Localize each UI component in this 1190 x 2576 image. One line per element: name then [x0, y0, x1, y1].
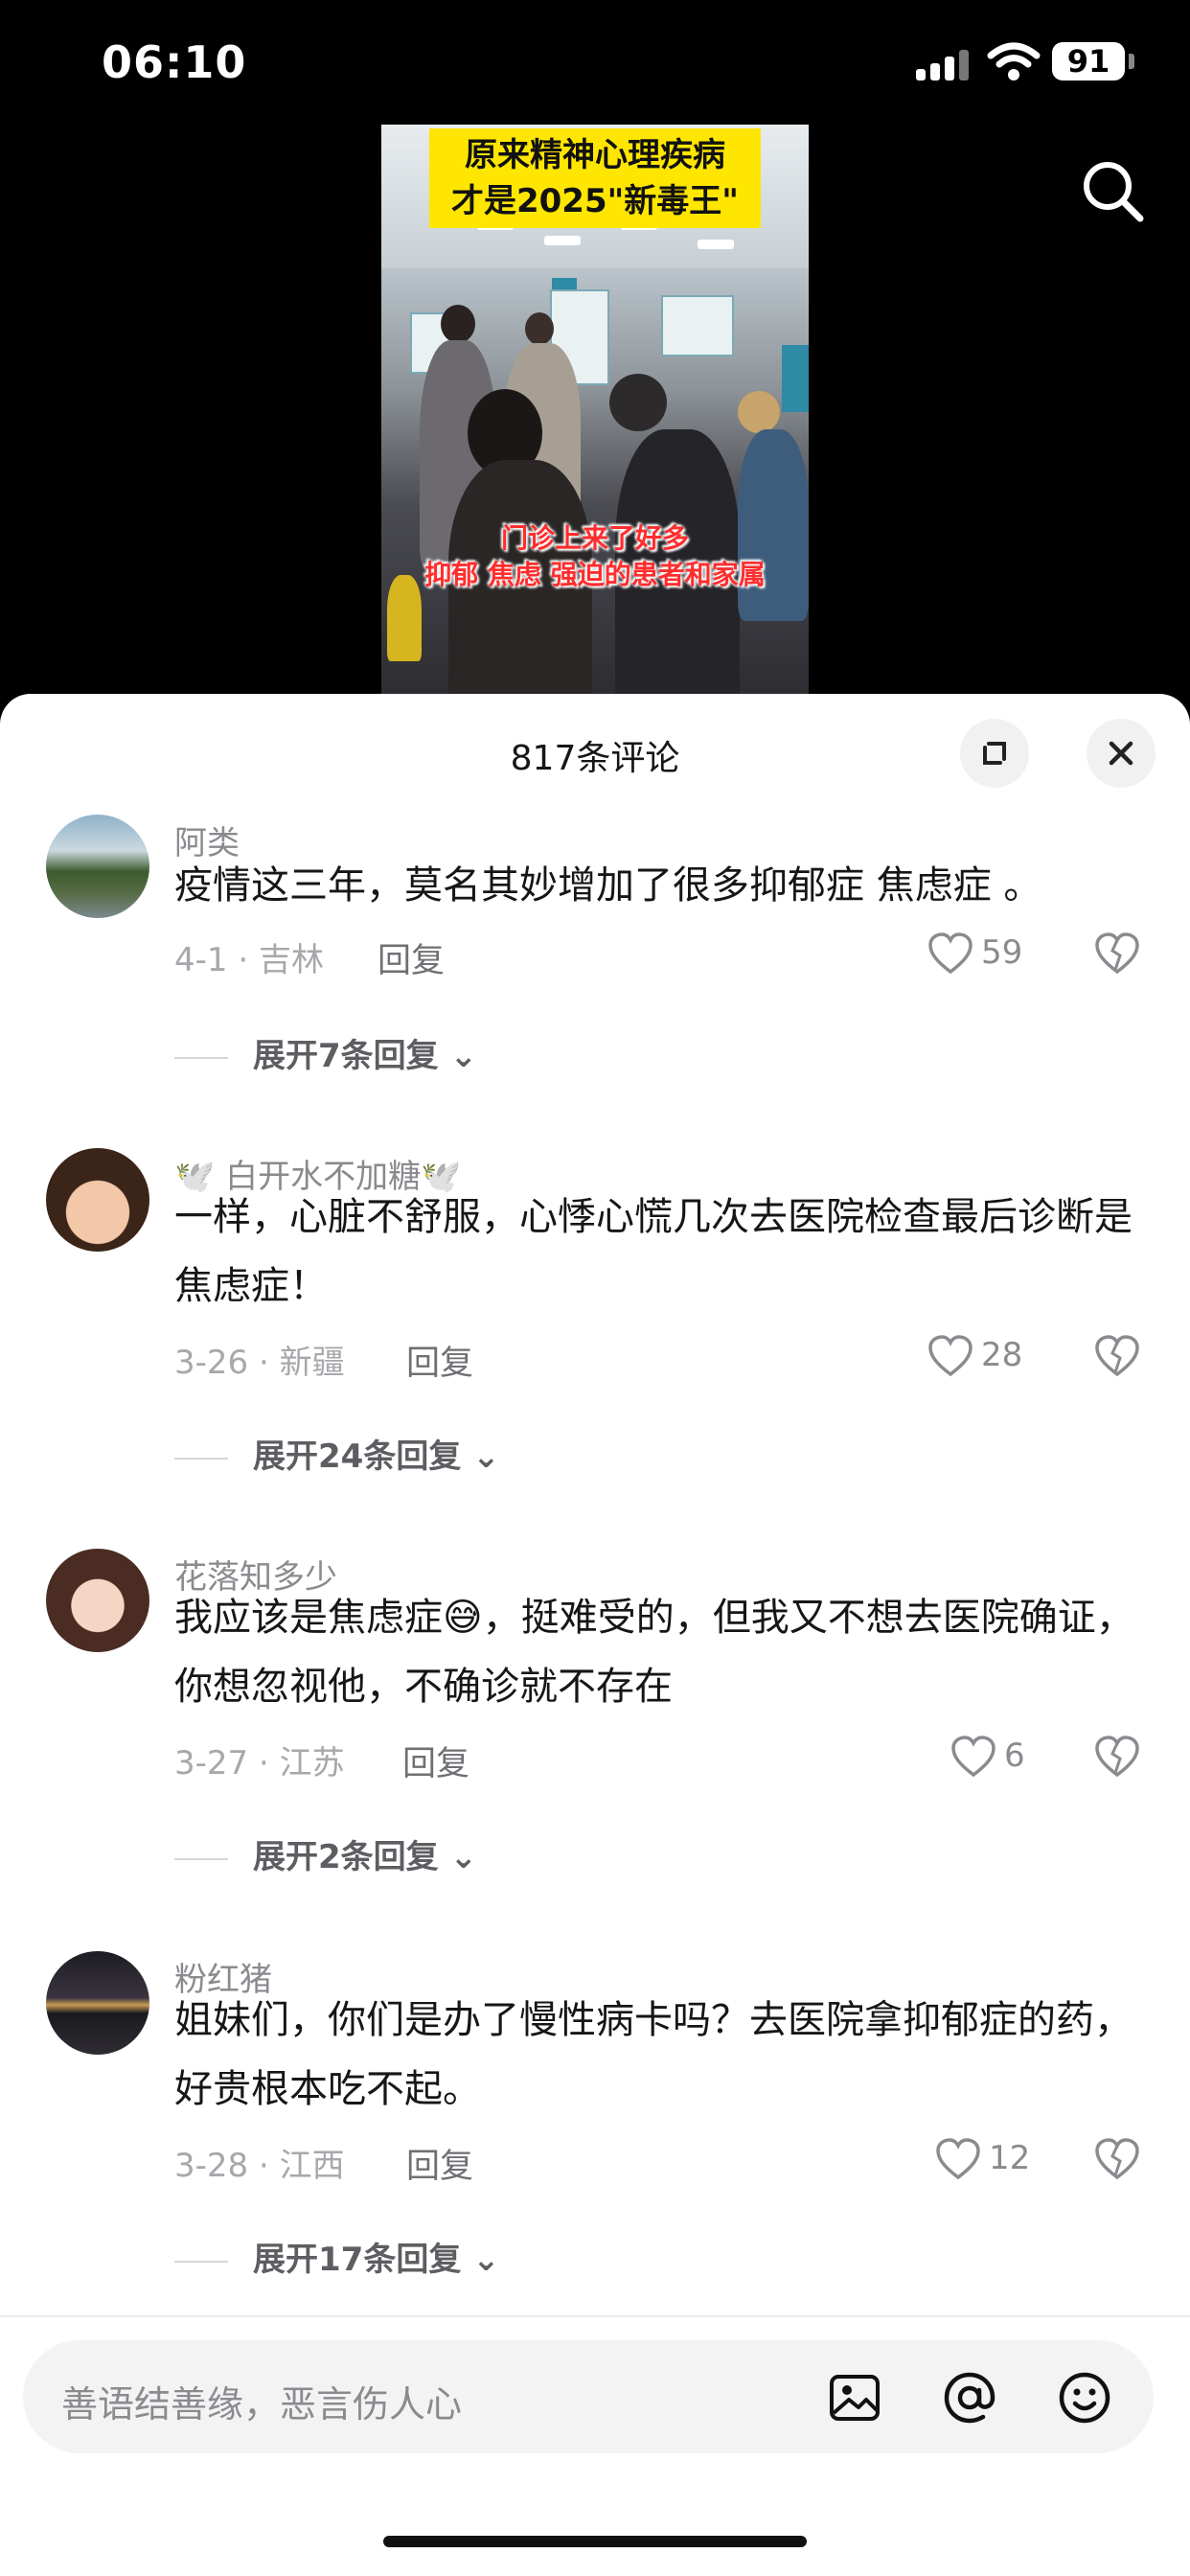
chevron-down-icon: ⌄ — [461, 1438, 500, 1476]
comment-date-location: 3-26 · 新疆 — [174, 1344, 345, 1382]
video-person — [525, 312, 554, 345]
comment-date-location: 4-1 · 吉林 — [174, 941, 324, 979]
comment-date-location: 3-28 · 江西 — [174, 2147, 345, 2185]
status-bar: 06:10 91 — [0, 0, 1190, 134]
like-heart-icon[interactable] — [950, 1735, 996, 1779]
comment-text: 姐妹们，你们是办了慢性病卡吗？去医院拿抑郁症的药，好贵根本吃不起。 — [174, 1998, 1133, 2111]
avatar[interactable] — [46, 1148, 149, 1252]
close-sheet-button[interactable] — [1087, 719, 1156, 788]
avatar[interactable] — [46, 1951, 149, 2055]
video-light — [544, 236, 581, 245]
search-icon[interactable] — [1075, 153, 1152, 230]
expand-divider-line — [174, 1457, 228, 1460]
chevron-down-icon: ⌄ — [438, 1838, 478, 1876]
expand-replies-label: 展开7条回复 — [253, 1037, 439, 1075]
expand-replies-button[interactable]: 展开7条回复 ⌄ — [174, 1029, 477, 1076]
close-icon — [1109, 741, 1133, 766]
expand-divider-line — [174, 1857, 228, 1860]
video-title-banner: 原来精神心理疾病 才是2025"新毒王" — [429, 128, 761, 228]
expand-replies-label: 展开2条回复 — [253, 1838, 439, 1876]
like-heart-icon[interactable] — [927, 932, 973, 976]
video-person — [609, 374, 667, 431]
reply-button[interactable]: 回复 — [406, 1336, 473, 1385]
video-title-line: 才是2025"新毒王" — [450, 182, 740, 220]
video-caption-line: 抑郁 焦虑 强迫的患者和家属 — [424, 559, 766, 590]
status-time: 06:10 — [102, 36, 247, 88]
video-wall-panel — [782, 345, 809, 412]
battery-icon: 91 — [1052, 42, 1125, 80]
like-count: 12 — [989, 2139, 1031, 2177]
expand-replies-button[interactable]: 展开2条回复 ⌄ — [174, 1830, 477, 1877]
home-indicator[interactable] — [383, 2536, 807, 2547]
comment-date-location: 3-27 · 江苏 — [174, 1744, 345, 1782]
video-person — [441, 305, 475, 343]
avatar[interactable] — [46, 1549, 149, 1652]
dislike-broken-heart-icon[interactable] — [1094, 1334, 1140, 1378]
expand-replies-button[interactable]: 展开24条回复 ⌄ — [174, 1430, 500, 1477]
comment-text: 疫情这三年，莫名其妙增加了很多抑郁症 焦虑症 。 — [174, 863, 1042, 908]
wifi-icon — [987, 42, 1041, 80]
chevron-down-icon: ⌄ — [438, 1037, 478, 1075]
video-light — [698, 240, 734, 249]
comment-input-placeholder: 善语结善缘，恶言伤人心 — [61, 2383, 463, 2426]
comment-text: 我应该是焦虑症😅，挺难受的，但我又不想去医院确证，你想忽视他，不确诊就不存在 — [174, 1596, 1134, 1709]
like-count: 28 — [981, 1336, 1023, 1374]
comment-text: 一样，心脏不舒服，心悸心慌几次去医院检查最后诊断是焦虑症！ — [174, 1195, 1133, 1308]
reply-button[interactable]: 回复 — [378, 933, 445, 982]
like-count: 59 — [981, 933, 1023, 972]
emoji-icon[interactable] — [1056, 2369, 1113, 2426]
reply-button[interactable]: 回复 — [406, 2139, 473, 2188]
cellular-signal-icon — [916, 48, 972, 80]
video-player[interactable]: 原来精神心理疾病 才是2025"新毒王" 门诊上来了好多 抑郁 焦虑 强迫的患者… — [381, 125, 809, 709]
expand-divider-line — [174, 2260, 228, 2263]
like-heart-icon[interactable] — [935, 2137, 981, 2181]
expand-replies-label: 展开24条回复 — [253, 1438, 462, 1476]
dislike-broken-heart-icon[interactable] — [1094, 932, 1140, 976]
dislike-broken-heart-icon[interactable] — [1094, 1735, 1140, 1779]
video-sign — [661, 295, 734, 356]
video-title-line: 原来精神心理疾病 — [465, 136, 725, 174]
comment-sheet: 817条评论 阿类 疫情这三年，莫名其妙增加了很多抑郁症 焦虑症 。 4-1 ·… — [0, 694, 1190, 2576]
like-count: 6 — [1004, 1736, 1025, 1775]
reply-button[interactable]: 回复 — [402, 1736, 469, 1785]
avatar[interactable] — [46, 815, 149, 918]
expand-icon — [983, 742, 1006, 765]
at-mention-icon[interactable] — [941, 2369, 998, 2426]
video-caption-line: 门诊上来了好多 — [500, 522, 689, 554]
expand-divider-line — [174, 1056, 228, 1059]
expand-replies-label: 展开17条回复 — [253, 2241, 462, 2279]
video-person — [738, 391, 780, 433]
battery-tip — [1129, 54, 1134, 69]
dislike-broken-heart-icon[interactable] — [1094, 2137, 1140, 2181]
image-icon[interactable] — [826, 2369, 883, 2426]
expand-sheet-button[interactable] — [960, 719, 1029, 788]
input-divider — [0, 2315, 1190, 2317]
chevron-down-icon: ⌄ — [461, 2241, 500, 2279]
like-heart-icon[interactable] — [927, 1334, 973, 1378]
expand-replies-button[interactable]: 展开17条回复 ⌄ — [174, 2233, 500, 2280]
comment-input[interactable]: 善语结善缘，恶言伤人心 — [23, 2340, 1154, 2453]
